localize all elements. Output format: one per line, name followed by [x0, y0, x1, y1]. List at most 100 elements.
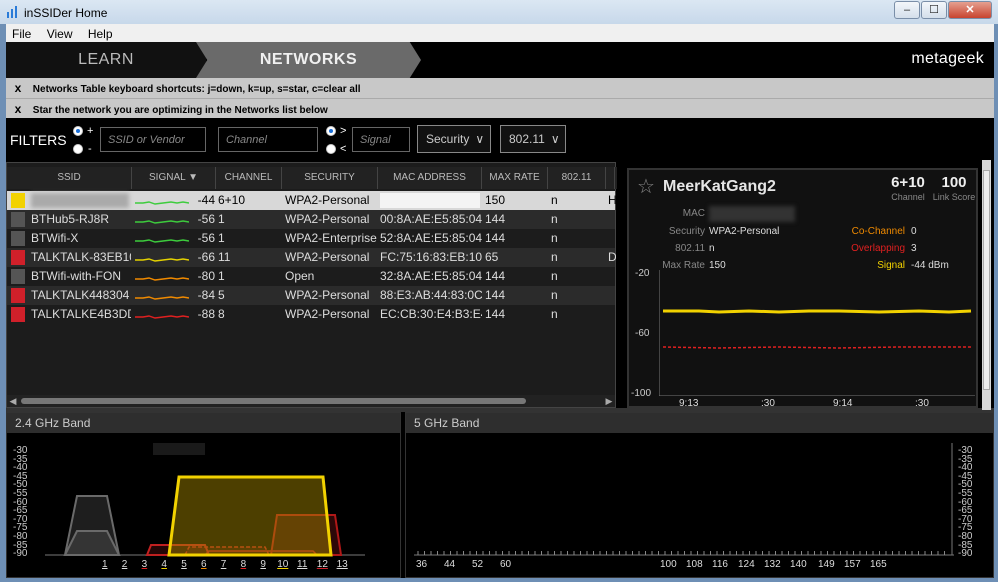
band-5ghz-graph — [414, 443, 954, 556]
network-color-swatch — [11, 250, 25, 265]
notice-star: x Star the network you are optimizing in… — [6, 98, 994, 118]
cell-extra — [608, 229, 616, 248]
cell-channel: 1 — [218, 231, 225, 245]
signal-sparkline — [135, 277, 189, 281]
band-5-x-tick: 52 — [472, 559, 484, 570]
dismiss-star-button[interactable]: x — [6, 99, 30, 119]
brand-logo: metageek — [911, 50, 984, 67]
signal-greater-radio[interactable] — [326, 126, 336, 136]
overlap-value: 3 — [911, 243, 917, 254]
signal-less-radio[interactable] — [326, 144, 336, 154]
mac-value-redacted — [709, 206, 795, 222]
cell-channel: 1 — [218, 212, 225, 226]
greater-symbol: > — [340, 125, 347, 137]
cell-security: WPA2-Personal — [285, 288, 370, 302]
signal-sparkline — [135, 220, 189, 224]
cell-80211: n — [551, 250, 558, 264]
cell-security: WPA2-Personal — [285, 212, 370, 226]
table-row[interactable]: TALKTALK448304 -84 5 WPA2-Personal 88:E3:AB:… — [7, 286, 615, 305]
menu-help[interactable]: Help — [82, 24, 119, 41]
cell-ssid: TALKTALK448304 — [31, 288, 130, 302]
scroll-right-icon[interactable]: ▶ — [603, 395, 615, 407]
scroll-left-icon[interactable]: ◀ — [7, 395, 19, 407]
cell-channel: 5 — [218, 288, 225, 302]
link-score-caption: Link Score — [932, 192, 976, 202]
signal-input[interactable]: Signal — [352, 127, 410, 152]
cell-max-rate: 65 — [485, 250, 499, 264]
band-24ghz-panel: 2.4 GHz Band -30 -35 -40 -45 -50 -55 -60 -65 -70… — [6, 412, 401, 578]
filters-label: FILTERS — [10, 132, 67, 148]
column-security[interactable]: SECURITY — [282, 167, 378, 189]
minimize-button[interactable]: – — [894, 1, 920, 19]
standard-key: 802.11 — [675, 243, 705, 254]
band-24-x-tick: 8 — [240, 559, 247, 570]
band-24-x-tick: 6 — [201, 559, 207, 570]
standard-dropdown-label: 802.11 — [509, 132, 545, 146]
security-dropdown[interactable]: Security ∨ — [417, 125, 491, 153]
scrollbar-thumb[interactable] — [21, 398, 526, 404]
security-key: Security — [668, 226, 705, 237]
cell-80211: n — [551, 193, 558, 207]
cell-80211: n — [551, 269, 558, 283]
star-icon[interactable]: ☆ — [637, 174, 655, 199]
cell-mac: EC:CB:30:E4:B3:E4 — [380, 307, 482, 321]
time-y-tick: -60 — [635, 328, 650, 339]
column-ssid[interactable]: SSID — [7, 167, 132, 189]
table-row[interactable]: TALKTALKE4B3DD -88 8 WPA2-Personal EC:CB:30:… — [7, 305, 615, 324]
tab-learn[interactable]: LEARN — [6, 42, 206, 78]
cell-security: WPA2-Personal — [285, 250, 370, 264]
band-5-x-tick: 60 — [500, 559, 512, 570]
band-5-x-tick: 100 — [660, 559, 677, 570]
band-24-x-tick: 13 — [336, 559, 348, 570]
security-value: WPA2-Personal — [709, 226, 780, 237]
column-signal[interactable]: SIGNAL ▼ — [132, 167, 216, 189]
band-24-x-tick: 4 — [161, 559, 167, 570]
mac-redacted — [380, 193, 480, 208]
band-24-x-tick: 5 — [181, 559, 187, 570]
dismiss-shortcuts-button[interactable]: x — [6, 78, 30, 98]
channel-input[interactable]: Channel — [218, 127, 318, 152]
cell-80211: n — [551, 307, 558, 321]
column-mac[interactable]: MAC ADDRESS — [378, 167, 482, 189]
column-max-rate[interactable]: MAX RATE — [482, 167, 548, 189]
vertical-scrollbar[interactable] — [982, 160, 991, 410]
ssid-include-radio[interactable] — [73, 126, 83, 136]
column-channel[interactable]: CHANNEL — [216, 167, 282, 189]
cell-extra — [608, 267, 616, 286]
cell-channel: 8 — [218, 307, 225, 321]
maximize-button[interactable]: ☐ — [921, 1, 947, 19]
horizontal-scrollbar[interactable]: ◀ ▶ — [7, 395, 615, 407]
column-80211[interactable]: 802.11 — [548, 167, 606, 189]
cell-signal: -56 — [197, 212, 215, 226]
cell-security: WPA2-Personal — [285, 307, 370, 321]
standard-dropdown[interactable]: 802.11 ∨ — [500, 125, 566, 153]
ssid-exclude-radio[interactable] — [73, 144, 83, 154]
cell-max-rate: 144 — [485, 212, 506, 226]
band-24-x-tick: 2 — [121, 559, 128, 570]
cell-80211: n — [551, 288, 558, 302]
scrollbar-thumb[interactable] — [983, 170, 990, 390]
column-extra[interactable] — [606, 167, 615, 189]
cell-extra — [608, 305, 616, 324]
time-y-tick: -20 — [635, 268, 650, 279]
signal-sparkline — [135, 239, 189, 243]
table-row[interactable]: BTHub5-RJ8R -56 1 WPA2-Personal 00:8A:AE:E5:… — [7, 210, 615, 229]
menu-file[interactable]: File — [6, 24, 37, 41]
menu-view[interactable]: View — [41, 24, 79, 41]
ssid-vendor-input[interactable]: SSID or Vendor — [100, 127, 206, 152]
table-row[interactable]: BTWifi-with-FON -80 1 Open 32:8A:AE:E5:85:04… — [7, 267, 615, 286]
cell-max-rate: 150 — [485, 193, 506, 207]
table-row[interactable]: -44 6+10 WPA2-Personal 150 n H — [7, 191, 616, 210]
band-24-y-tick: -90 — [13, 548, 28, 560]
filters-bar: FILTERS + - SSID or Vendor Channel > < S… — [6, 118, 994, 162]
band-5-x-tick: 44 — [444, 559, 456, 570]
app-content: LEARN NETWORKS metageek x Networks Table… — [6, 42, 994, 578]
band-24ghz-graph — [45, 443, 365, 557]
cell-80211: n — [551, 212, 558, 226]
table-row[interactable]: TALKTALK-83EB10 -66 11 WPA2-Personal FC:75:1… — [7, 248, 616, 267]
band-5-x-tick: 108 — [686, 559, 703, 570]
table-row[interactable]: BTWifi-X -56 1 WPA2-Enterprise 52:8A:AE:E5:8… — [7, 229, 615, 248]
selected-signal-line — [663, 309, 972, 314]
close-button[interactable]: ✕ — [948, 1, 992, 19]
tab-networks[interactable]: NETWORKS — [196, 42, 421, 78]
